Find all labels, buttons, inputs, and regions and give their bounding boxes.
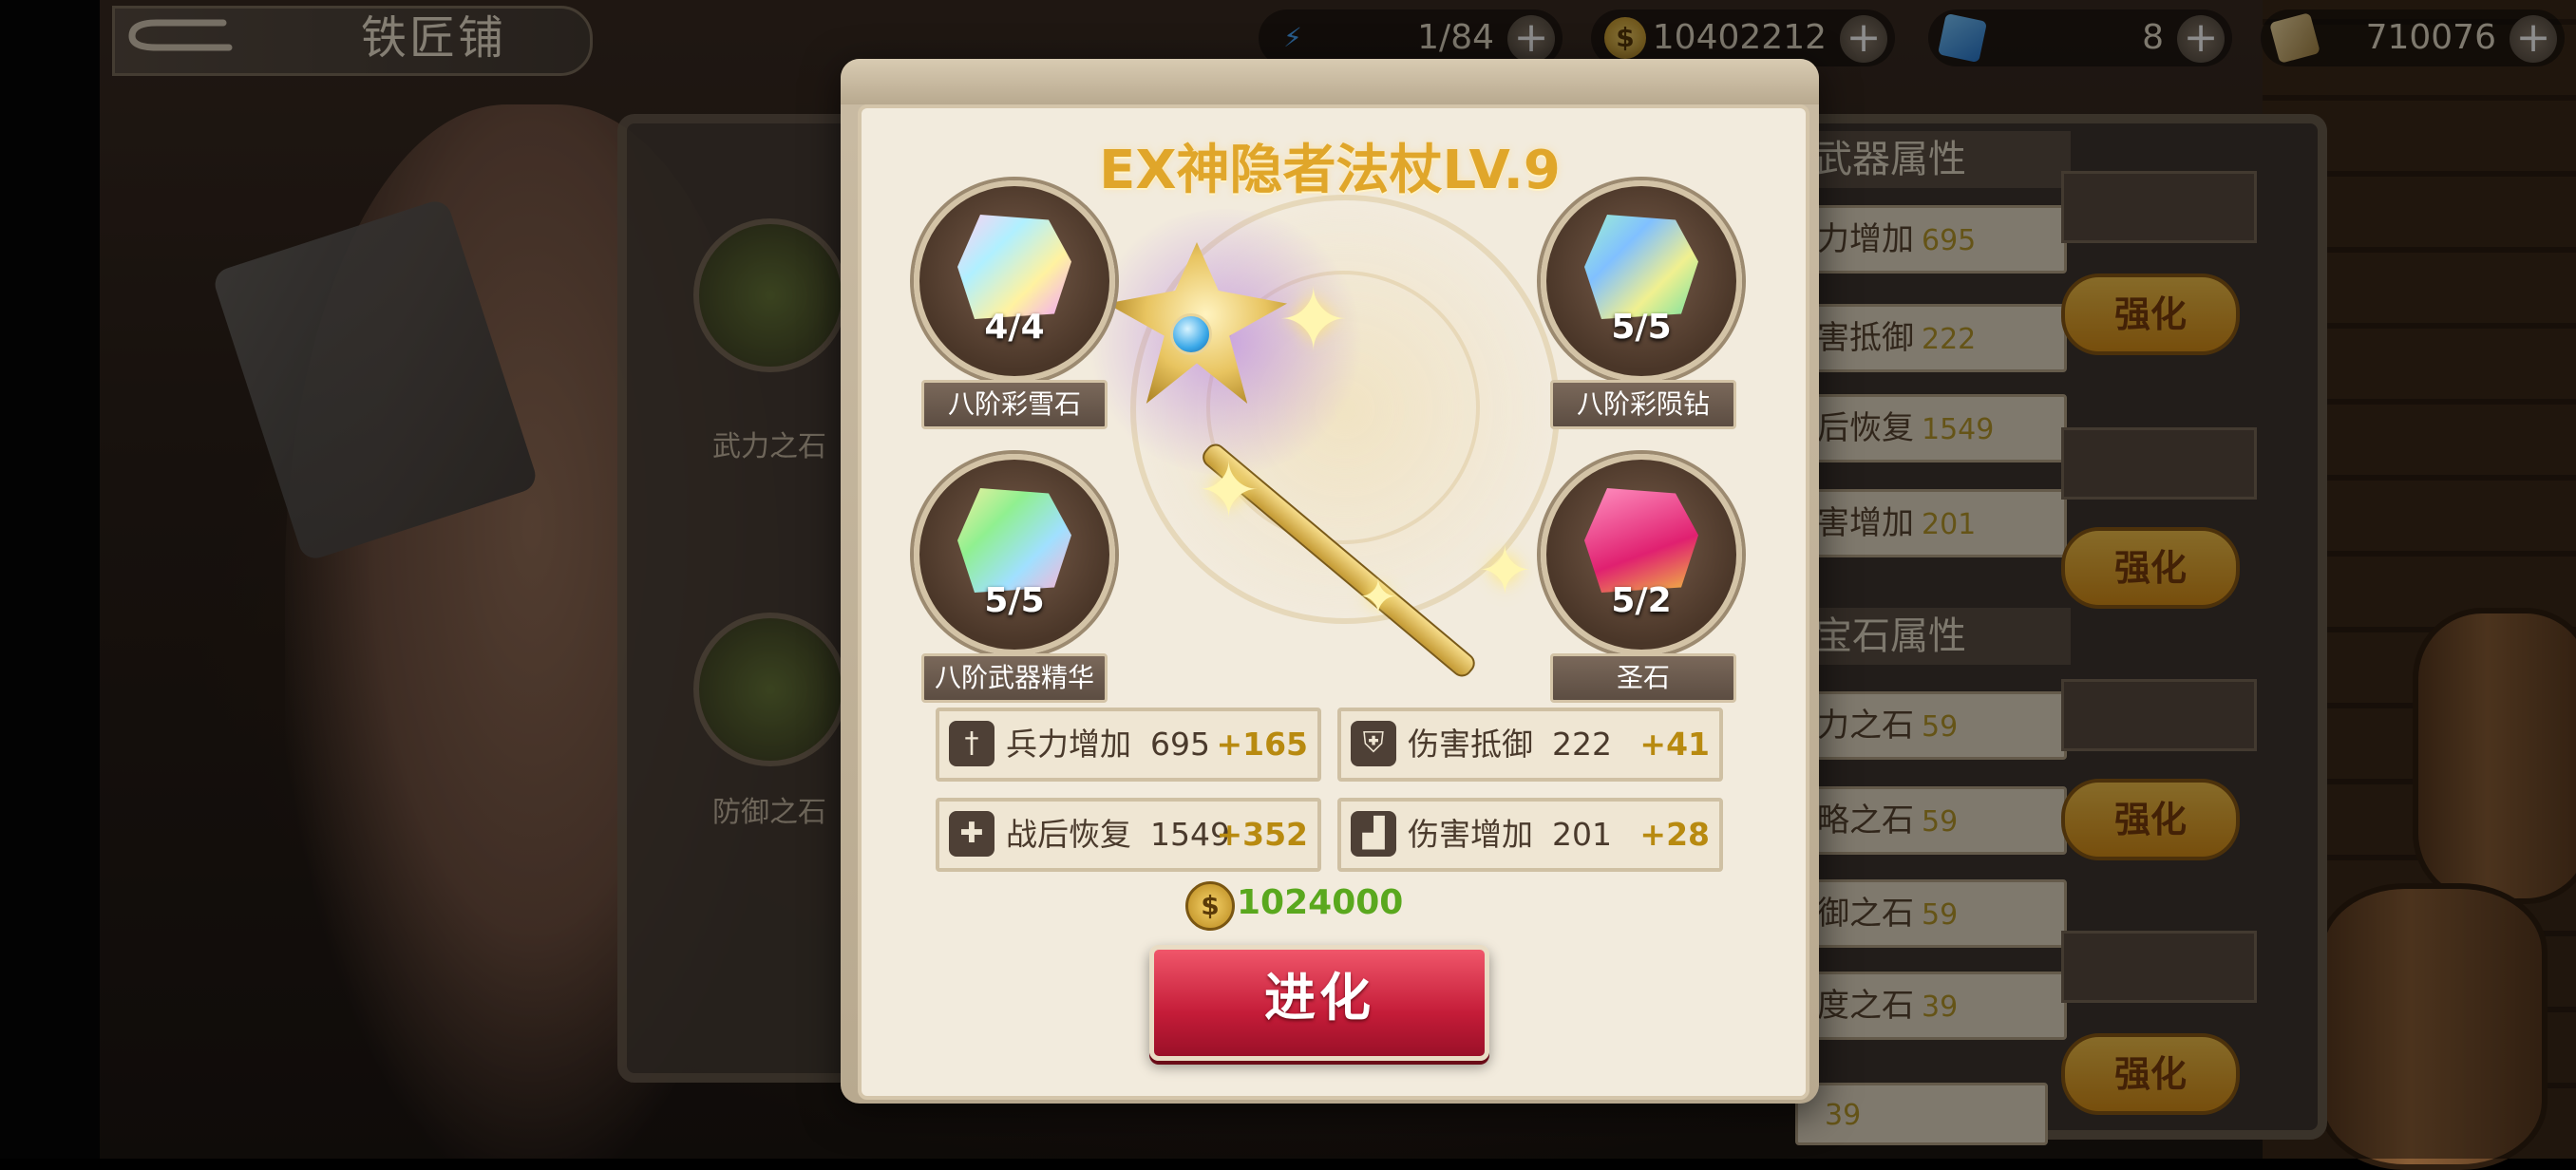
stat-name: 战后恢复 — [1006, 816, 1131, 853]
dialog-trim — [841, 59, 1819, 104]
stat-row: ▟ 伤害增加 201 +28 — [1337, 798, 1723, 872]
holy-stone-icon — [1584, 488, 1698, 593]
weapon-essence-icon — [957, 488, 1071, 593]
material-slot[interactable]: 5/5 — [914, 454, 1115, 655]
material-slot[interactable]: 5/5 — [1541, 180, 1742, 382]
rainbow-snowstone-icon — [957, 215, 1071, 319]
material-count: 5/5 — [1611, 308, 1672, 347]
material-count: 4/4 — [984, 308, 1045, 347]
sparkle-icon: ✦ — [1358, 570, 1398, 625]
material-label: 八阶武器精华 — [921, 653, 1108, 703]
stat-value: 201 — [1552, 816, 1612, 853]
staff-gem — [1170, 313, 1212, 355]
stat-bonus: +28 — [1639, 816, 1710, 853]
evolve-cost: 1024000 — [1237, 883, 1404, 922]
material-slot[interactable]: 4/4 — [914, 180, 1115, 382]
sparkle-icon: ✦ — [1477, 532, 1533, 610]
sparkle-icon: ✦ — [1278, 271, 1350, 370]
material-label: 圣石 — [1550, 653, 1736, 703]
rainbow-meteor-diamond-icon — [1584, 215, 1698, 319]
material-slot[interactable]: 5/2 — [1541, 454, 1742, 655]
stat-bonus: +41 — [1639, 726, 1710, 763]
stat-row: ✚ 战后恢复 1549 +352 — [936, 798, 1321, 872]
recovery-icon: ✚ — [949, 811, 994, 857]
sword-icon: † — [949, 721, 994, 766]
stat-row: ⛨ 伤害抵御 222 +41 — [1337, 708, 1723, 782]
evolve-button[interactable]: 进化 — [1149, 945, 1489, 1061]
shield-icon: ⛨ — [1351, 721, 1396, 766]
sparkle-icon: ✦ — [1197, 446, 1261, 535]
stat-bonus: +165 — [1216, 726, 1308, 763]
material-count: 5/2 — [1611, 581, 1672, 620]
stat-name: 兵力增加 — [1006, 726, 1131, 763]
gold-coin-icon: $ — [1185, 881, 1235, 931]
stat-value: 695 — [1150, 726, 1210, 763]
material-label: 八阶彩陨钻 — [1550, 380, 1736, 429]
stat-row: † 兵力增加 695 +165 — [936, 708, 1321, 782]
stat-name: 伤害增加 — [1408, 816, 1533, 853]
stat-value: 222 — [1552, 726, 1612, 763]
boot-icon: ▟ — [1351, 811, 1396, 857]
stat-bonus: +352 — [1216, 816, 1308, 853]
stat-name: 伤害抵御 — [1408, 726, 1533, 763]
material-count: 5/5 — [984, 581, 1045, 620]
material-label: 八阶彩雪石 — [921, 380, 1108, 429]
